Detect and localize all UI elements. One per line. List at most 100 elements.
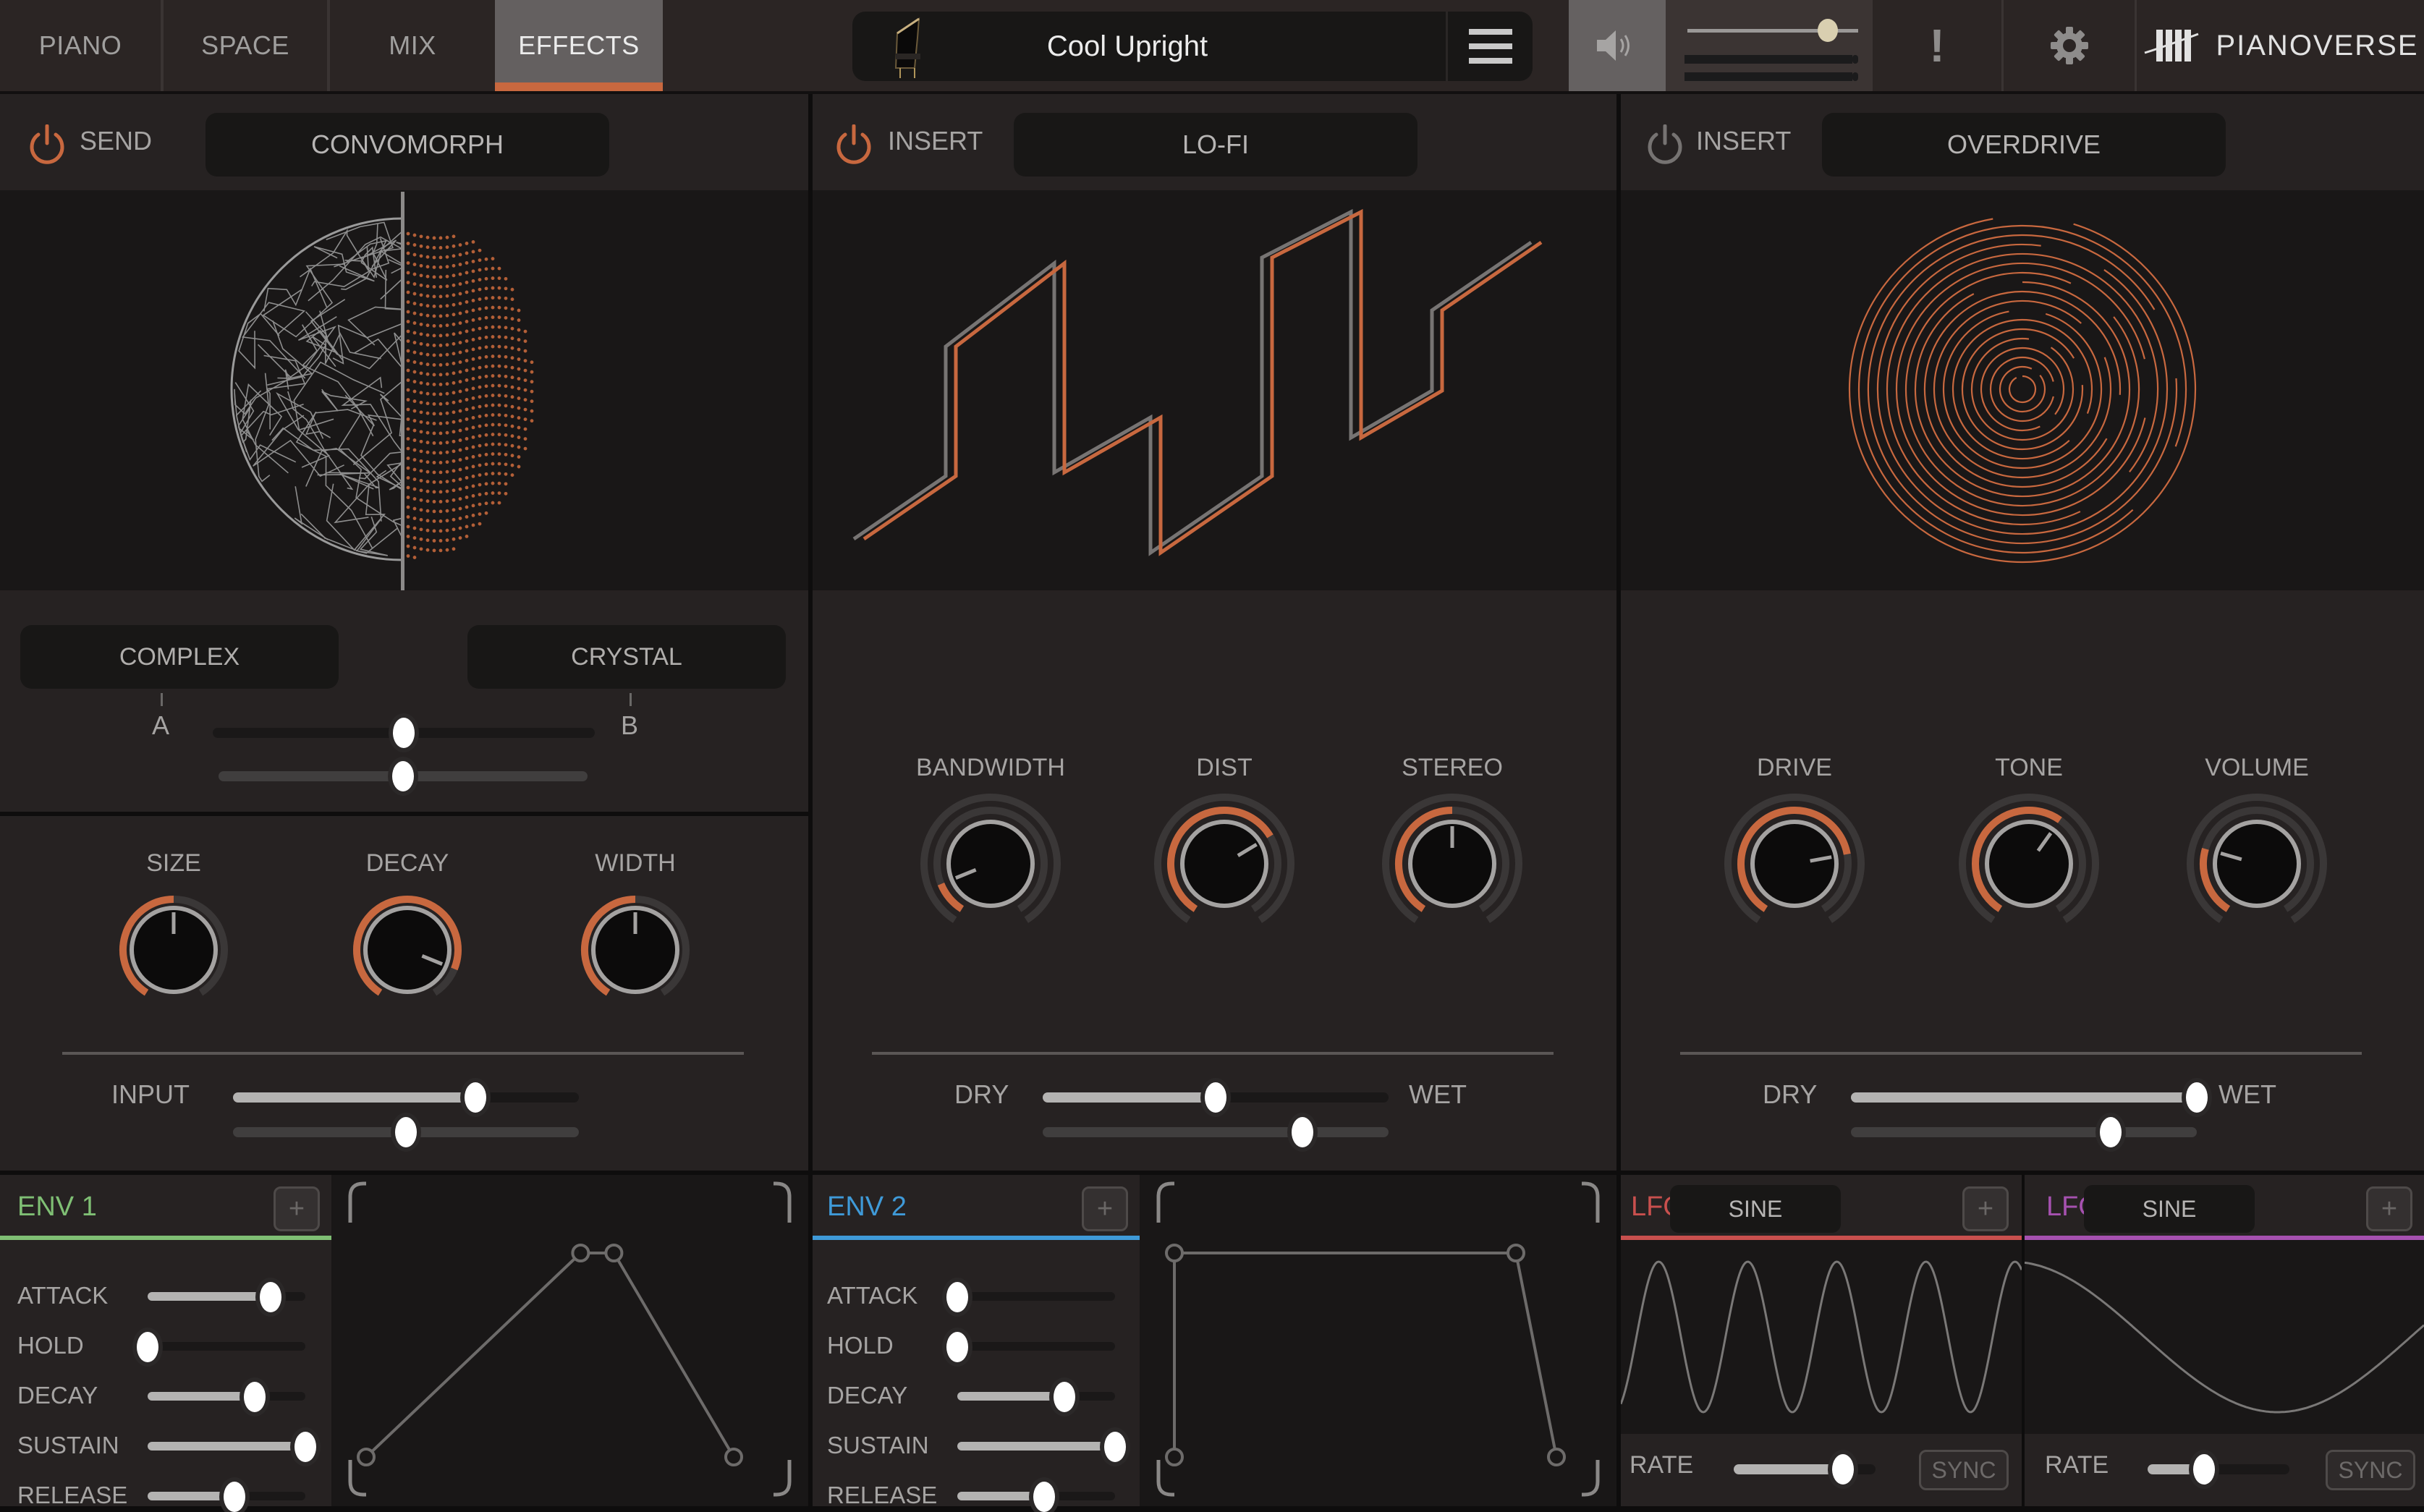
env-param-slider-decay[interactable] bbox=[957, 1382, 1115, 1412]
dry-wet-slider[interactable] bbox=[1851, 1082, 2208, 1113]
crystal-point bbox=[425, 294, 430, 298]
knob-dial[interactable] bbox=[1381, 793, 1523, 935]
dry-wet-slider[interactable] bbox=[1043, 1082, 1389, 1113]
morph-a-button[interactable]: COMPLEX bbox=[20, 625, 339, 689]
input-slider[interactable] bbox=[233, 1082, 579, 1113]
knob-size[interactable]: SIZE bbox=[94, 846, 253, 1011]
morph-slider[interactable] bbox=[213, 718, 595, 748]
envelope-node[interactable] bbox=[1165, 1448, 1184, 1466]
preset-selector[interactable]: Cool Upright bbox=[852, 12, 1533, 81]
effect-selector[interactable]: LO-FI bbox=[1014, 113, 1417, 177]
speaker-button[interactable] bbox=[1569, 0, 1666, 91]
slider-thumb[interactable] bbox=[2193, 1454, 2216, 1485]
knob-dial[interactable] bbox=[346, 888, 469, 1011]
knob-label: SIZE bbox=[146, 849, 201, 877]
slider-thumb[interactable] bbox=[392, 761, 414, 791]
settings-button[interactable] bbox=[2001, 0, 2135, 91]
tab-space[interactable]: SPACE bbox=[164, 0, 330, 91]
env-param-slider-attack[interactable] bbox=[148, 1282, 305, 1312]
envelope-node[interactable] bbox=[1506, 1244, 1525, 1262]
knob-dial[interactable] bbox=[112, 888, 235, 1011]
slider-thumb[interactable] bbox=[1291, 1117, 1313, 1147]
knob-dial[interactable] bbox=[1958, 793, 2100, 935]
envelope-node[interactable] bbox=[1165, 1244, 1184, 1262]
lfo1-rate-slider[interactable] bbox=[1734, 1454, 1876, 1485]
env1-add-button[interactable]: + bbox=[274, 1186, 320, 1231]
slider-thumb[interactable] bbox=[946, 1332, 968, 1362]
knob-dial[interactable] bbox=[920, 793, 1061, 935]
envelope-node[interactable] bbox=[357, 1448, 376, 1466]
knob-volume[interactable]: VOLUME bbox=[2177, 751, 2336, 935]
slider-thumb[interactable] bbox=[244, 1382, 266, 1412]
crystal-point bbox=[445, 391, 449, 396]
knob-dial[interactable] bbox=[1724, 793, 1865, 935]
knob-stereo[interactable]: STEREO bbox=[1373, 751, 1532, 935]
alert-icon[interactable]: ! bbox=[1873, 0, 2001, 91]
dry-wet-mod-slider[interactable] bbox=[1043, 1117, 1389, 1147]
morph-mod-slider[interactable] bbox=[219, 761, 588, 791]
effect-selector[interactable]: OVERDRIVE bbox=[1822, 113, 2226, 177]
knob-drive[interactable]: DRIVE bbox=[1715, 751, 1874, 935]
knob-bandwidth[interactable]: BANDWIDTH bbox=[911, 751, 1070, 935]
env-param-slider-release[interactable] bbox=[148, 1482, 305, 1512]
slider-thumb[interactable] bbox=[395, 1117, 417, 1147]
env-param-slider-sustain[interactable] bbox=[148, 1432, 316, 1462]
envelope-node[interactable] bbox=[571, 1244, 590, 1262]
dry-wet-mod-slider[interactable] bbox=[1851, 1117, 2197, 1147]
power-icon[interactable] bbox=[27, 124, 67, 166]
crystal-point bbox=[465, 378, 469, 382]
input-mod-slider[interactable] bbox=[233, 1117, 579, 1147]
slider-thumb[interactable] bbox=[464, 1082, 486, 1113]
envelope-node[interactable] bbox=[1547, 1448, 1566, 1466]
slider-thumb[interactable] bbox=[137, 1332, 158, 1362]
knob-dist[interactable]: DIST bbox=[1145, 751, 1304, 935]
slider-thumb[interactable] bbox=[260, 1282, 282, 1312]
env-param-slider-release[interactable] bbox=[957, 1482, 1115, 1512]
slider-thumb[interactable] bbox=[2186, 1082, 2208, 1113]
slider-thumb[interactable] bbox=[1205, 1082, 1226, 1113]
slider-thumb[interactable] bbox=[1104, 1432, 1126, 1462]
slider-thumb[interactable] bbox=[294, 1432, 316, 1462]
knob-dial[interactable] bbox=[1153, 793, 1295, 935]
tab-effects[interactable]: EFFECTS bbox=[495, 0, 663, 91]
envelope-node[interactable] bbox=[604, 1244, 624, 1262]
morph-b-button[interactable]: CRYSTAL bbox=[467, 625, 786, 689]
env-param-slider-decay[interactable] bbox=[148, 1382, 305, 1412]
lfo1-shape-selector[interactable]: SINE bbox=[1670, 1185, 1841, 1233]
slider-thumb[interactable] bbox=[2099, 1117, 2122, 1147]
slider-thumb[interactable] bbox=[946, 1282, 968, 1312]
knob-dial[interactable] bbox=[574, 888, 697, 1011]
slider-thumb[interactable] bbox=[1033, 1482, 1055, 1512]
env-param-slider-attack[interactable] bbox=[946, 1282, 1115, 1312]
lfo2-rate-slider[interactable] bbox=[2148, 1454, 2289, 1485]
envelope-node[interactable] bbox=[724, 1448, 743, 1466]
slider-thumb[interactable] bbox=[223, 1482, 245, 1512]
hamburger-menu-icon[interactable] bbox=[1446, 12, 1533, 81]
slider-thumb[interactable] bbox=[1054, 1382, 1076, 1412]
env-param-slider-hold[interactable] bbox=[137, 1332, 305, 1362]
env2-add-button[interactable]: + bbox=[1082, 1186, 1128, 1231]
env-param-slider-hold[interactable] bbox=[946, 1332, 1115, 1362]
master-volume-thumb[interactable] bbox=[1817, 19, 1838, 42]
crystal-point bbox=[510, 297, 514, 302]
slider-thumb[interactable] bbox=[393, 718, 415, 748]
slider-thumb[interactable] bbox=[1831, 1454, 1854, 1485]
crystal-point bbox=[432, 285, 436, 289]
knob-tone[interactable]: TONE bbox=[1949, 751, 2109, 935]
tab-piano[interactable]: PIANO bbox=[0, 0, 164, 91]
lfo1-sync-button[interactable]: SYNC bbox=[1919, 1450, 2009, 1490]
power-icon[interactable] bbox=[1645, 124, 1684, 166]
lfo2-sync-button[interactable]: SYNC bbox=[2326, 1450, 2415, 1490]
lfo2-add-button[interactable]: + bbox=[2366, 1186, 2412, 1231]
tab-mix[interactable]: MIX bbox=[330, 0, 495, 91]
power-icon[interactable] bbox=[834, 124, 873, 166]
lfo1-add-button[interactable]: + bbox=[1962, 1186, 2009, 1231]
effect-selector[interactable]: CONVOMORPH bbox=[205, 113, 609, 177]
knob-decay[interactable]: DECAY bbox=[328, 846, 487, 1011]
env-param-slider-sustain[interactable] bbox=[957, 1432, 1126, 1462]
crystal-point bbox=[491, 354, 495, 358]
knob-width[interactable]: WIDTH bbox=[556, 846, 715, 1011]
knob-dial[interactable] bbox=[2186, 793, 2328, 935]
crystal-point bbox=[438, 305, 443, 308]
lfo2-shape-selector[interactable]: SINE bbox=[2084, 1185, 2255, 1233]
